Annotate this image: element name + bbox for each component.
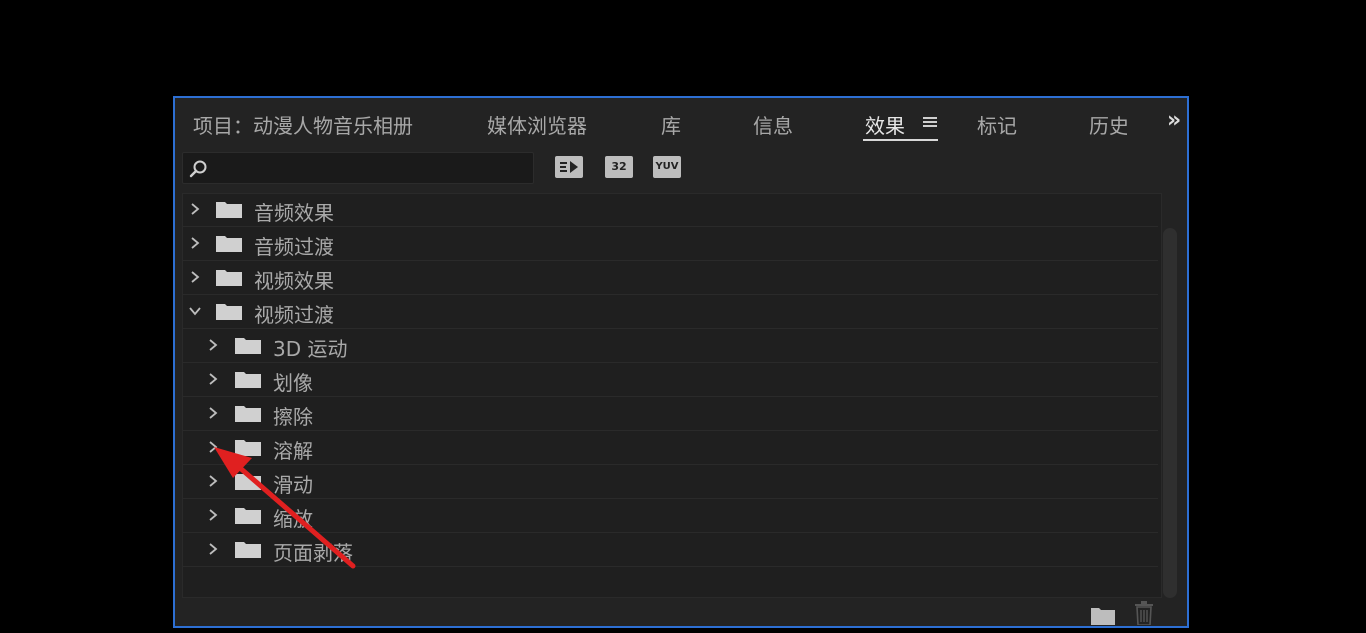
tree-row[interactable]: 缩放 bbox=[183, 500, 1158, 533]
tree-row-label: 音频效果 bbox=[254, 201, 334, 225]
accelerated-effects-icon[interactable] bbox=[555, 156, 583, 178]
folder-icon bbox=[216, 236, 242, 252]
chevron-right-icon[interactable] bbox=[189, 236, 201, 250]
new-folder-icon[interactable] bbox=[1091, 605, 1115, 625]
tree-row[interactable]: 视频过渡 bbox=[183, 296, 1158, 329]
chevron-right-icon[interactable] bbox=[189, 270, 201, 284]
tree-row[interactable]: 擦除 bbox=[183, 398, 1158, 431]
tab-effects[interactable]: 效果 bbox=[865, 110, 905, 139]
chevron-right-icon[interactable] bbox=[207, 372, 219, 386]
tab-libraries[interactable]: 库 bbox=[661, 110, 681, 139]
chevron-right-icon[interactable] bbox=[207, 338, 219, 352]
search-box[interactable] bbox=[182, 152, 534, 184]
tree-row[interactable]: 滑动 bbox=[183, 466, 1158, 499]
vertical-scrollbar[interactable] bbox=[1163, 228, 1177, 598]
tab-history-clip: 历史 bbox=[1089, 98, 1127, 144]
tab-media-browser[interactable]: 媒体浏览器 bbox=[487, 110, 587, 139]
chevron-right-icon[interactable] bbox=[207, 440, 219, 454]
tree-row-label: 页面剥落 bbox=[273, 541, 353, 565]
tree-row-label: 3D 运动 bbox=[273, 337, 348, 361]
folder-icon bbox=[235, 508, 261, 524]
chevron-right-icon[interactable] bbox=[207, 406, 219, 420]
tab-project[interactable]: 项目：动漫人物音乐相册 bbox=[193, 110, 413, 139]
panel-tab-bar: 项目：动漫人物音乐相册 媒体浏览器 库 信息 效果 标记 历史 » bbox=[175, 98, 1187, 146]
chevron-down-icon[interactable] bbox=[189, 304, 201, 318]
yuv-effects-icon[interactable]: YUV bbox=[653, 156, 681, 178]
search-icon bbox=[189, 160, 207, 178]
chevron-right-icon[interactable] bbox=[207, 508, 219, 522]
tree-row-label: 溶解 bbox=[273, 439, 313, 463]
chevron-right-icon[interactable] bbox=[207, 474, 219, 488]
tree-row[interactable]: 划像 bbox=[183, 364, 1158, 397]
tree-row[interactable]: 溶解 bbox=[183, 432, 1158, 465]
chevron-right-icon[interactable] bbox=[189, 202, 201, 216]
folder-icon bbox=[235, 406, 261, 422]
folder-icon bbox=[216, 304, 242, 320]
trash-icon[interactable] bbox=[1133, 601, 1155, 625]
tree-row-label: 视频效果 bbox=[254, 269, 334, 293]
tab-info[interactable]: 信息 bbox=[753, 110, 793, 139]
tree-row[interactable]: 页面剥落 bbox=[183, 534, 1158, 567]
folder-icon bbox=[235, 474, 261, 490]
tree-row[interactable]: 视频效果 bbox=[183, 262, 1158, 295]
tree-row-label: 划像 bbox=[273, 371, 313, 395]
folder-icon bbox=[235, 372, 261, 388]
chevron-right-icon[interactable] bbox=[207, 542, 219, 556]
tree-row-label: 缩放 bbox=[273, 507, 313, 531]
chevrons-right-icon[interactable]: » bbox=[1167, 108, 1181, 133]
tree-row-label: 音频过渡 bbox=[254, 235, 334, 259]
effects-tree: 音频效果 音频过渡 视频效果 视频过渡 3D 运动 划像 擦除 溶解 滑动 缩放… bbox=[182, 193, 1162, 598]
tab-history[interactable]: 历史 bbox=[1089, 110, 1127, 139]
active-tab-indicator bbox=[863, 139, 938, 141]
tree-row-label: 视频过渡 bbox=[254, 303, 334, 327]
folder-icon bbox=[216, 270, 242, 286]
folder-icon bbox=[235, 338, 261, 354]
tab-markers[interactable]: 标记 bbox=[977, 110, 1017, 139]
search-input[interactable] bbox=[213, 156, 532, 182]
tree-row[interactable]: 音频过渡 bbox=[183, 228, 1158, 261]
tree-row[interactable]: 3D 运动 bbox=[183, 330, 1158, 363]
hamburger-menu-icon[interactable] bbox=[923, 115, 937, 129]
effects-toolbar: 32 YUV bbox=[175, 150, 1187, 186]
folder-icon bbox=[235, 542, 261, 558]
tree-row[interactable]: 音频效果 bbox=[183, 194, 1158, 227]
effects-panel: 项目：动漫人物音乐相册 媒体浏览器 库 信息 效果 标记 历史 » 32 YUV bbox=[173, 96, 1189, 628]
tree-row-label: 擦除 bbox=[273, 405, 313, 429]
folder-icon bbox=[235, 440, 261, 456]
tree-row-label: 滑动 bbox=[273, 473, 313, 497]
32bit-color-icon[interactable]: 32 bbox=[605, 156, 633, 178]
folder-icon bbox=[216, 202, 242, 218]
